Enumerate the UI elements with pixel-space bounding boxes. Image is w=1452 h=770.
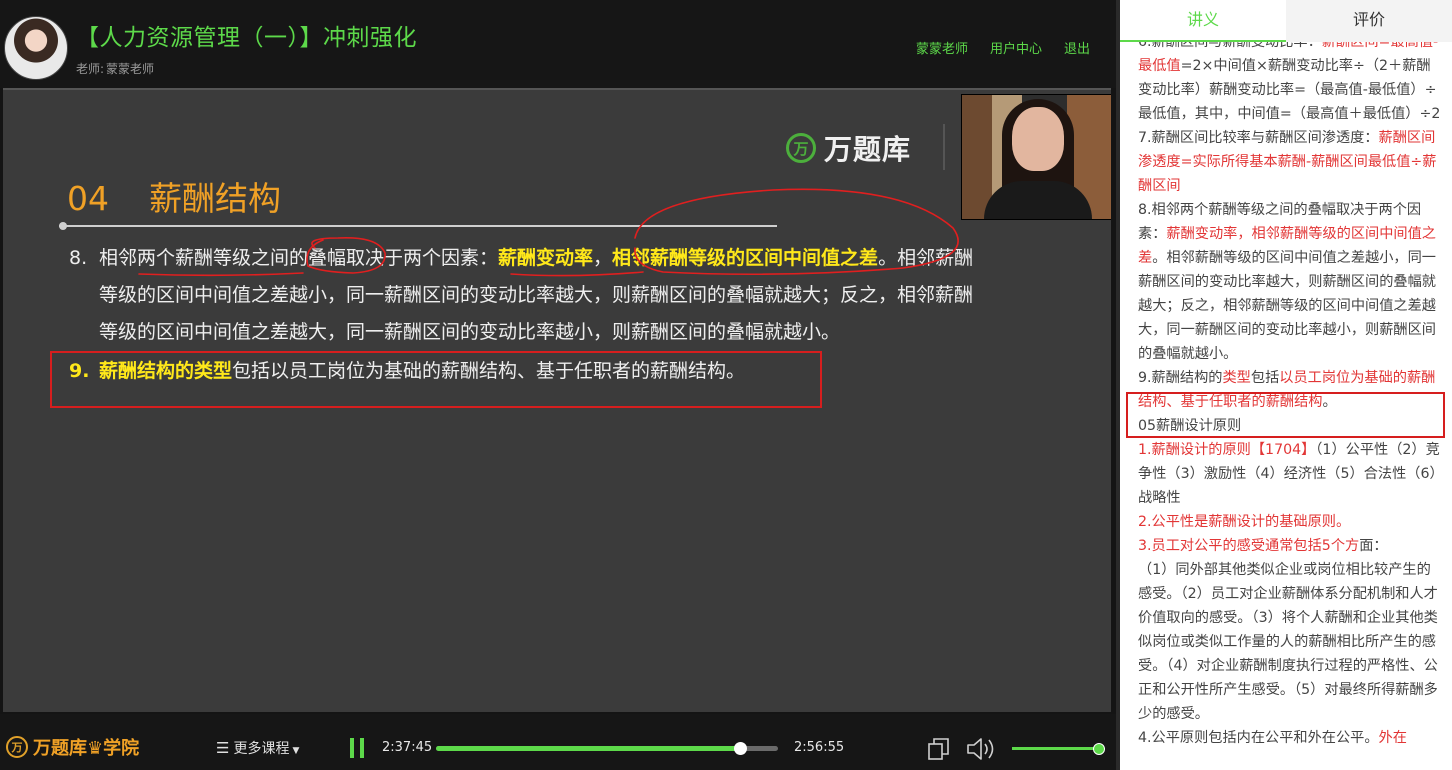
logo-separator: [943, 124, 945, 170]
point-8-text-2: ，: [593, 247, 613, 269]
point-8-highlight-2: 相邻薪酬等级的区间中间值之差: [612, 247, 879, 269]
lecture-notes: 6.薪酬区间与薪酬变动比率：薪酬区间=最高值-最低值=2×中间值×薪酬变动比率÷…: [1138, 30, 1444, 750]
point-8: 8. 相邻两个薪酬等级之间的叠幅取决于两个因素：薪酬变动率，相邻薪酬等级的区间中间…: [69, 240, 1069, 351]
teacher-camera-view: [961, 94, 1111, 220]
more-courses-button[interactable]: ☰ 更多课程 ▼: [216, 738, 299, 758]
point-8-line-1: 8. 相邻两个薪酬等级之间的叠幅取决于两个因素：薪酬变动率，相邻薪酬等级的区间中间…: [69, 240, 1069, 277]
note-types-highlight: 外在: [1378, 730, 1407, 746]
note-fairness-aspects: 3.员工对公平的感受通常包括5个方面：: [1138, 534, 1444, 558]
tab-review[interactable]: 评价: [1286, 0, 1452, 42]
notes-panel: 6.薪酬区间与薪酬变动比率：薪酬区间=最高值-最低值=2×中间值×薪酬变动比率÷…: [1120, 0, 1452, 770]
point-8-index: 8.: [69, 247, 88, 269]
user-center-link[interactable]: 用户中心: [990, 38, 1042, 57]
teacher-label: 老师:: [76, 62, 105, 76]
progress-bar[interactable]: [436, 742, 778, 755]
top-header: 【人力资源管理（一）】冲刺强化 老师: 蒙蒙老师 蒙蒙老师 用户中心 退出: [0, 0, 1120, 88]
teacher-name: 蒙蒙老师: [106, 62, 155, 76]
note-8: 8.相邻两个薪酬等级之间的叠幅取决于两个因素：薪酬变动率，相邻薪酬等级的区间中间…: [1138, 198, 1444, 366]
logo-text: 万题库: [824, 133, 912, 166]
volume-fill: [1012, 747, 1098, 750]
panel-tabs: 讲义 评价: [1120, 0, 1452, 42]
teacher-line: 老师: 蒙蒙老师: [76, 60, 154, 77]
note-types-text: 4.公平原则包括内在公平和外在公平。: [1138, 730, 1379, 746]
brand-logo: 万 万题库♛学院: [6, 734, 139, 760]
point-8-highlight-1: 薪酬变动率: [498, 247, 594, 269]
note-aspects-title: 3.员工对公平的感受通常包括5个方: [1138, 538, 1360, 554]
current-time: 2:37:45: [382, 740, 433, 755]
brand-suffix: 学院: [103, 738, 140, 759]
section-number: 04: [67, 179, 109, 218]
pause-icon[interactable]: [350, 738, 366, 758]
note-9-highlight-1: 类型: [1222, 370, 1251, 386]
course-title: 【人力资源管理（一）】冲刺强化: [76, 25, 417, 51]
title-underline: [59, 222, 777, 230]
volume-handle[interactable]: [1093, 743, 1105, 755]
section-name: 薪酬结构: [149, 179, 281, 218]
note-6: 6.薪酬区间与薪酬变动比率：薪酬区间=最高值-最低值=2×中间值×薪酬变动比率÷…: [1138, 30, 1444, 126]
total-time: 2:56:55: [794, 740, 845, 755]
note-fairness: 2.公平性是薪酬设计的基础原则。: [1138, 514, 1351, 530]
note-9-text-1: 9.薪酬结构的: [1138, 370, 1223, 386]
slide-top-border: [3, 88, 1111, 90]
player-control-bar: 万 万题库♛学院 ☰ 更多课程 ▼ 2:37:45 2:56:55: [0, 714, 1120, 770]
note-aspects-suffix: 面：: [1359, 538, 1388, 554]
teacher-avatar: [4, 16, 68, 80]
camera-face: [1012, 107, 1064, 171]
tab-handout[interactable]: 讲义: [1120, 0, 1286, 42]
crown-icon: ♛: [87, 738, 104, 759]
point-8-line-2: 等级的区间中间值之差越小，同一薪酬区间的变动比率越大，则薪酬区间的叠幅就越大；反…: [99, 284, 974, 306]
more-courses-label: 更多课程: [233, 741, 290, 757]
note-fairness-types: 4.公平原则包括内在公平和外在公平。外在: [1138, 726, 1444, 750]
note-7: 7.薪酬区间比较率与薪酬区间渗透度：薪酬区间渗透度=实际所得基本薪酬-薪酬区间最…: [1138, 126, 1444, 198]
volume-icon[interactable]: [966, 736, 996, 762]
section-title: 04 薪酬结构: [67, 172, 281, 220]
note-7-text: 7.薪酬区间比较率与薪酬区间渗透度：: [1138, 130, 1379, 146]
note-principles-title: 1.薪酬设计的原则【1704】: [1138, 442, 1316, 458]
brand-name: 万题库: [33, 738, 87, 759]
point-8-text-1: 相邻两个薪酬等级之间的叠幅取决于两个因素：: [99, 247, 499, 269]
note-8-rest: 。相邻薪酬等级的区间中间值之差越小，同一薪酬区间的变动比率越大，则薪酬区间的叠幅…: [1138, 250, 1436, 362]
logout-link[interactable]: 退出: [1064, 38, 1090, 57]
note-6-formula: =2×中间值×薪酬变动比率÷（2＋薪酬变动比率）薪酬变动比率=（最高值-最低值）…: [1138, 58, 1441, 122]
point-8-line-3: 等级的区间中间值之差越大，同一薪酬区间的变动比率越小，则薪酬区间的叠幅就越小。: [99, 321, 841, 343]
annotation-box-note-9: [1126, 392, 1445, 438]
note-9-text-2: 包括: [1250, 370, 1280, 386]
camera-body: [984, 181, 1092, 219]
menu-icon: ☰: [216, 739, 230, 757]
caret-down-icon: ▼: [292, 746, 300, 756]
note-aspects-list: （1）同外部其他类似企业或岗位相比较产生的感受。（2）员工对企业薪酬体系分配机制…: [1138, 562, 1438, 722]
annotation-box-point-9: [50, 351, 822, 408]
brand-text: 万题库♛学院: [33, 734, 139, 760]
note-principles: 1.薪酬设计的原则【1704】（1）公平性（2）竞争性（3）激励性（4）经济性（…: [1138, 438, 1444, 510]
brand-badge-icon: 万: [6, 736, 28, 758]
volume-slider[interactable]: [1012, 743, 1105, 755]
logo-badge-icon: 万: [786, 133, 816, 163]
progress-fill: [436, 746, 741, 751]
video-player[interactable]: 万 万题库 04 薪酬结构 8. 相邻两个薪酬等级之间的叠幅取决于两个因素：薪酬变动…: [3, 88, 1111, 712]
progress-handle[interactable]: [734, 742, 748, 755]
top-nav: 蒙蒙老师 用户中心 退出: [916, 38, 1090, 57]
copy-icon[interactable]: [928, 738, 950, 760]
slide-logo: 万 万题库: [786, 128, 911, 168]
point-8-text-3: 。相邻薪酬: [878, 247, 974, 269]
teacher-link[interactable]: 蒙蒙老师: [916, 38, 968, 57]
